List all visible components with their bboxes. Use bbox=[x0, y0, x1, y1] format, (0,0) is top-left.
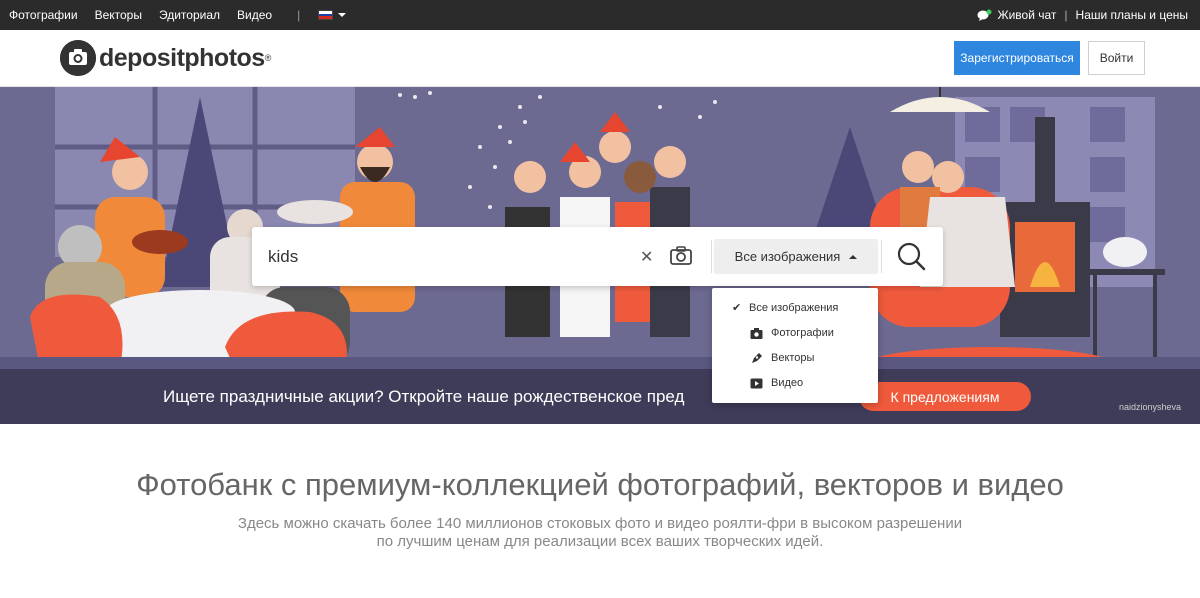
page-subtitle-line-2: по лучшим ценам для реализации всех ваши… bbox=[376, 533, 824, 550]
video-icon bbox=[750, 378, 763, 388]
close-icon[interactable]: ✕ bbox=[640, 247, 653, 267]
image-type-dropdown: ✔ Все изображения Фотографии Векторы Вид… bbox=[712, 288, 878, 403]
chat-icon bbox=[977, 9, 991, 21]
image-type-selected: Все изображения bbox=[734, 249, 841, 264]
top-bar: Фотографии Векторы Эдиториал Видео | Жив… bbox=[0, 0, 1200, 30]
login-button[interactable]: Войти bbox=[1088, 41, 1145, 75]
flag-ru-icon bbox=[318, 10, 334, 20]
promo-offers-button[interactable]: К предложениям bbox=[859, 382, 1031, 411]
register-button[interactable]: Зарегистрироваться bbox=[954, 41, 1080, 75]
logo[interactable]: depositphotos ® bbox=[60, 40, 271, 76]
top-right-divider: | bbox=[1064, 8, 1068, 22]
top-nav-editorial[interactable]: Эдиториал bbox=[159, 8, 220, 22]
language-selector[interactable] bbox=[318, 10, 347, 20]
dropdown-item-label: Видео bbox=[771, 377, 804, 389]
logo-registered-mark: ® bbox=[264, 53, 272, 63]
chevron-down-icon bbox=[338, 13, 347, 17]
camera-icon[interactable] bbox=[670, 245, 692, 265]
promo-text: Ищете праздничные акции? Откройте наше р… bbox=[163, 387, 685, 406]
plans-link[interactable]: Наши планы и цены bbox=[1076, 8, 1188, 22]
live-chat-link[interactable]: Живой чат bbox=[998, 8, 1057, 22]
pen-icon bbox=[752, 352, 762, 363]
image-credit: naidzionysheva bbox=[1119, 402, 1182, 412]
page-title: Фотобанк с премиум-коллекцией фотографий… bbox=[136, 467, 1064, 502]
dropdown-item-label: Векторы bbox=[771, 352, 815, 364]
search-icon[interactable] bbox=[896, 241, 926, 271]
logo-text: depositphotos bbox=[99, 43, 265, 72]
image-type-select[interactable]: Все изображения bbox=[714, 239, 878, 274]
cut-off-text-row bbox=[60, 588, 1140, 598]
top-nav-video[interactable]: Видео bbox=[237, 8, 272, 22]
logo-camera-icon bbox=[60, 40, 96, 76]
top-nav-photos[interactable]: Фотографии bbox=[9, 8, 78, 22]
top-nav-vectors[interactable]: Векторы bbox=[95, 8, 142, 22]
search-box: ✕ Все изображения bbox=[252, 227, 943, 286]
nav-separator: | bbox=[297, 8, 301, 22]
search-input[interactable] bbox=[268, 227, 628, 286]
dropdown-item-vectors[interactable]: Векторы bbox=[712, 347, 878, 369]
search-divider-2 bbox=[881, 240, 882, 273]
top-nav: Фотографии Векторы Эдиториал Видео | bbox=[9, 0, 347, 30]
camera-icon bbox=[750, 327, 763, 339]
dropdown-item-label: Все изображения bbox=[749, 302, 839, 314]
dropdown-item-all-images[interactable]: Все изображения bbox=[712, 297, 878, 319]
top-right-links: Живой чат | Наши планы и цены bbox=[977, 0, 1188, 30]
dropdown-item-video[interactable]: Видео bbox=[712, 372, 878, 394]
dropdown-item-label: Фотографии bbox=[771, 327, 834, 339]
page-subtitle: Здесь можно скачать более 140 миллионов … bbox=[0, 515, 1200, 551]
dropdown-item-photos[interactable]: Фотографии bbox=[712, 322, 878, 344]
page-subtitle-line-1: Здесь можно скачать более 140 миллионов … bbox=[237, 515, 963, 532]
chevron-up-icon bbox=[849, 254, 858, 259]
search-divider bbox=[711, 240, 712, 273]
